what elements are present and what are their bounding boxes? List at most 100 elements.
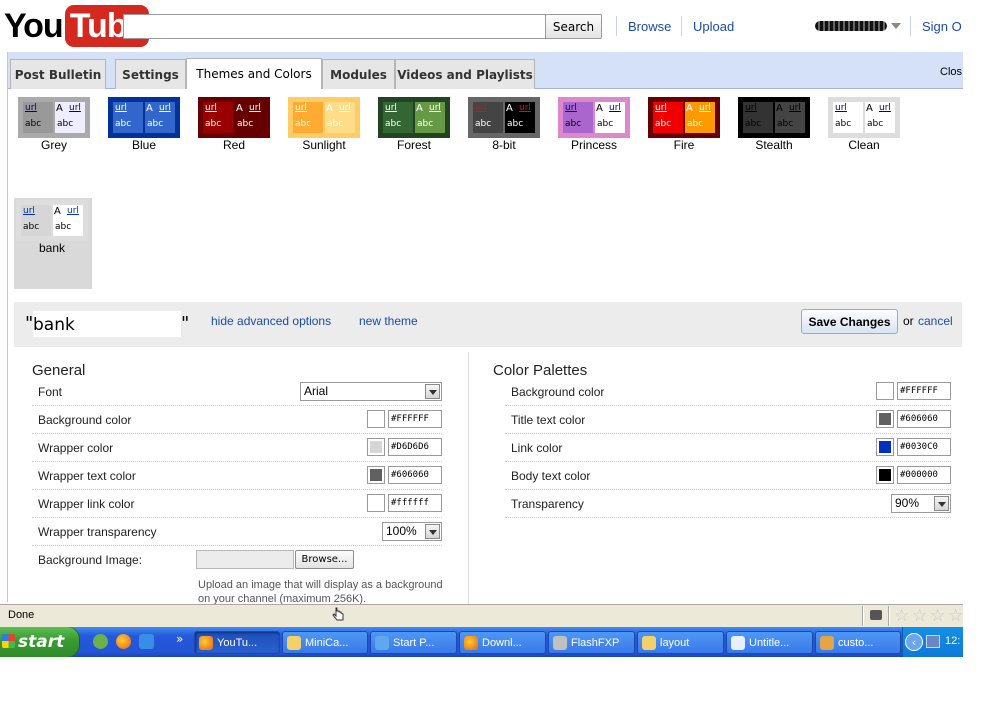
theme-bank[interactable]: url abc Aurl abc bank bbox=[14, 200, 90, 255]
theme-sunlight-icon: url abc Aurl abc bbox=[288, 97, 360, 138]
theme-label: bank bbox=[38, 241, 66, 255]
wrapper-link-color-chip[interactable] bbox=[367, 494, 385, 512]
new-theme-link[interactable]: new theme bbox=[359, 314, 418, 328]
theme-fire[interactable]: url abc Aurl abc Fire bbox=[646, 97, 722, 152]
palette-background-color-input[interactable]: #FFFFFF bbox=[897, 382, 951, 400]
browse-button[interactable]: Browse... bbox=[295, 550, 354, 569]
browse-link[interactable]: Browse bbox=[628, 19, 671, 34]
swatch-left: url abc bbox=[21, 205, 51, 236]
transparency-select[interactable]: 90% bbox=[891, 494, 951, 513]
theme-grey[interactable]: url abc Aurl abc Grey bbox=[16, 97, 92, 152]
font-select-value: Arial bbox=[304, 384, 329, 398]
username-redacted[interactable] bbox=[815, 21, 887, 31]
tab-settings[interactable]: Settings bbox=[115, 59, 186, 89]
tab-post-bulletin[interactable]: Post Bulletin bbox=[10, 59, 106, 89]
search-button[interactable]: Search bbox=[545, 14, 602, 39]
star-icon[interactable]: ☆ bbox=[948, 606, 963, 626]
security-icon[interactable] bbox=[870, 610, 882, 620]
palette-background-color-chip[interactable] bbox=[876, 382, 894, 400]
theme-clean[interactable]: url abc Aurl abc Clean bbox=[826, 97, 902, 152]
theme-clean-icon: url abc Aurl abc bbox=[828, 97, 900, 138]
taskbar-button[interactable]: YouTu... bbox=[194, 631, 280, 654]
font-select[interactable]: Arial bbox=[300, 382, 442, 401]
wrapper-text-color-chip[interactable] bbox=[367, 466, 385, 484]
upload-link[interactable]: Upload bbox=[693, 19, 734, 34]
swatch-link-text: url bbox=[429, 103, 441, 113]
body-text-color-chip[interactable] bbox=[876, 466, 894, 484]
sign-out-link[interactable]: Sign O bbox=[922, 19, 962, 34]
hide-advanced-options-link[interactable]: hide advanced options bbox=[211, 314, 331, 328]
theme-princess[interactable]: url abc Aurl abc Princess bbox=[556, 97, 632, 152]
save-changes-button[interactable]: Save Changes bbox=[801, 309, 898, 334]
tab-modules[interactable]: Modules bbox=[322, 59, 395, 89]
theme-red[interactable]: url abc Aurl abc Red bbox=[196, 97, 272, 152]
wrapper-color-chip[interactable] bbox=[367, 438, 385, 456]
cancel-link[interactable]: cancel bbox=[918, 314, 953, 328]
theme-8-bit[interactable]: url abc Aurl abc 8-bit bbox=[466, 97, 542, 152]
theme-label: Blue bbox=[131, 138, 157, 152]
wrapper-text-color-input[interactable]: #606060 bbox=[388, 466, 442, 484]
swatch-left: url abc bbox=[653, 102, 683, 133]
body-text-color-input[interactable]: #000000 bbox=[897, 466, 951, 484]
swatch-left: url abc bbox=[833, 102, 863, 133]
browser-status-bar bbox=[0, 604, 963, 627]
wrapper-color-input[interactable]: #D6D6D6 bbox=[388, 438, 442, 456]
status-divider bbox=[888, 606, 890, 626]
wrapper-transparency-select[interactable]: 100% bbox=[382, 522, 442, 541]
taskbar-button[interactable]: FlashFXP bbox=[548, 631, 635, 654]
swatch-right: Aurl abc bbox=[865, 102, 895, 133]
background-image-file-field[interactable] bbox=[196, 550, 294, 569]
color-chip-fill bbox=[879, 469, 891, 481]
link-color-chip[interactable] bbox=[876, 438, 894, 456]
dropdown-arrow-icon[interactable] bbox=[425, 524, 440, 539]
swatch-link-text: url bbox=[249, 103, 261, 113]
swatch-link-text: url bbox=[115, 103, 127, 113]
tray-network-icon[interactable] bbox=[926, 635, 940, 648]
tab-videos-and-playlists[interactable]: Videos and Playlists bbox=[395, 59, 535, 89]
logo-you-text: You bbox=[4, 6, 64, 45]
link-color-label: Link color bbox=[511, 441, 563, 455]
swatch-body-text: abc bbox=[777, 119, 794, 129]
color-chip-fill bbox=[370, 469, 382, 481]
swatch-link-text: url bbox=[339, 103, 351, 113]
chevron-down-icon[interactable] bbox=[891, 23, 901, 29]
swatch-body-text: abc bbox=[25, 119, 42, 129]
dropdown-arrow-icon[interactable] bbox=[934, 496, 949, 511]
link-color-input[interactable]: #0030C0 bbox=[897, 438, 951, 456]
background-color-input[interactable]: #FFFFFF bbox=[388, 410, 442, 428]
tray-expand-icon[interactable]: ‹ bbox=[905, 633, 923, 651]
taskbar-button[interactable]: MiniCa... bbox=[282, 631, 368, 654]
theme-sunlight[interactable]: url abc Aurl abc Sunlight bbox=[286, 97, 362, 152]
star-icon[interactable]: ☆ bbox=[894, 606, 909, 626]
taskbar-button[interactable]: Untitle... bbox=[726, 631, 813, 654]
search-input[interactable] bbox=[123, 14, 546, 39]
header-divider bbox=[616, 16, 617, 36]
theme-forest[interactable]: url abc Aurl abc Forest bbox=[376, 97, 452, 152]
close-link[interactable]: Close bbox=[940, 66, 962, 78]
taskbar-button-label: MiniCa... bbox=[305, 636, 349, 649]
tab-themes-and-colors[interactable]: Themes and Colors bbox=[186, 58, 322, 89]
taskbar-button[interactable]: layout bbox=[637, 631, 724, 654]
upload-help-text: Upload an image that will display as a b… bbox=[198, 579, 443, 605]
taskbar-button[interactable]: Start P... bbox=[370, 631, 457, 654]
background-color-chip[interactable] bbox=[367, 410, 385, 428]
star-icon[interactable]: ☆ bbox=[912, 606, 927, 626]
swatch-link-text: url bbox=[835, 103, 847, 113]
title-text-color-chip[interactable] bbox=[876, 410, 894, 428]
quicklaunch-ie-icon[interactable] bbox=[139, 634, 154, 649]
quicklaunch-firefox-icon[interactable] bbox=[116, 634, 131, 649]
wrapper-link-color-input[interactable]: #ffffff bbox=[388, 494, 442, 512]
taskbar-button[interactable]: Downl... bbox=[459, 631, 546, 654]
theme-blue[interactable]: url abc Aurl abc Blue bbox=[106, 97, 182, 152]
transparency-value: 90% bbox=[895, 496, 920, 510]
dropdown-arrow-icon[interactable] bbox=[425, 384, 440, 399]
title-text-color-input[interactable]: #606060 bbox=[897, 410, 951, 428]
star-icon[interactable]: ☆ bbox=[930, 606, 945, 626]
taskbar-button[interactable]: custo... bbox=[815, 631, 901, 654]
theme-name-input[interactable] bbox=[33, 311, 181, 337]
swatch-right: Aurl abc bbox=[325, 102, 355, 133]
swatch-body-text: abc bbox=[115, 119, 132, 129]
theme-stealth[interactable]: url abc Aurl abc Stealth bbox=[736, 97, 812, 152]
quicklaunch-network-icon[interactable] bbox=[93, 634, 108, 649]
quicklaunch-chevron-icon[interactable]: » bbox=[176, 632, 183, 646]
